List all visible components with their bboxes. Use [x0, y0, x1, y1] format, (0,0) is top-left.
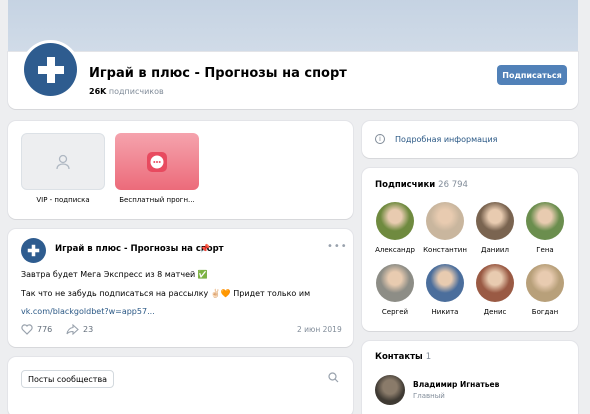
subscriber-avatar[interactable]: [526, 202, 564, 240]
subscriber-item[interactable]: Денис: [472, 264, 518, 316]
service-vip-tile[interactable]: [21, 133, 105, 190]
service-vip-label[interactable]: VIP - подписка: [21, 196, 105, 204]
more-options-icon[interactable]: •••: [327, 241, 348, 252]
subscriber-name[interactable]: Никита: [422, 308, 468, 316]
subscriber-item[interactable]: Гена: [522, 202, 568, 254]
post-link[interactable]: vk.com/blackgoldbet?w=app57...: [21, 307, 155, 316]
subscriber-item[interactable]: Никита: [422, 264, 468, 316]
service-free-tile[interactable]: [115, 133, 199, 190]
group-avatar[interactable]: [21, 40, 80, 99]
subscriber-item[interactable]: Даниил: [472, 202, 518, 254]
post-author-name[interactable]: Играй в плюс - Прогнозы на спорт: [55, 244, 224, 254]
subscriber-avatar[interactable]: [376, 202, 414, 240]
chat-bubble-icon: [147, 151, 167, 172]
subscriber-item[interactable]: Константин: [422, 202, 468, 254]
subscribe-button[interactable]: Подписаться: [497, 65, 567, 85]
subscriber-name[interactable]: Сергей: [372, 308, 418, 316]
like-count: 776: [37, 325, 53, 334]
pin-icon: 📌: [200, 244, 210, 253]
post-author-avatar[interactable]: [21, 238, 46, 263]
subscribers-suffix: подписчиков: [108, 87, 164, 96]
info-icon: i: [375, 134, 385, 144]
subscriber-name[interactable]: Денис: [472, 308, 518, 316]
contacts-title[interactable]: Контакты 1: [375, 352, 431, 362]
subscriber-avatar[interactable]: [426, 202, 464, 240]
subscriber-avatar[interactable]: [476, 202, 514, 240]
group-subscribers: 26K подписчиков: [89, 87, 164, 96]
subscriber-name[interactable]: Даниил: [472, 246, 518, 254]
tab-community-posts[interactable]: Посты сообщества: [21, 370, 115, 388]
subscriber-avatar[interactable]: [526, 264, 564, 302]
post-text-line: Завтра будет Мега Экспресс из 8 матчей ✅: [21, 270, 208, 279]
subscribers-title[interactable]: Подписчики 26 794: [375, 180, 468, 190]
plus-cross-icon: [37, 56, 64, 83]
subscriber-avatar[interactable]: [476, 264, 514, 302]
contacts-title-label: Контакты: [375, 352, 423, 362]
share-count: 23: [83, 325, 94, 334]
subscriber-name[interactable]: Богдан: [522, 308, 568, 316]
subscribers-count: 26K: [89, 87, 107, 96]
subscriber-avatar[interactable]: [426, 264, 464, 302]
subscriber-name[interactable]: Гена: [522, 246, 568, 254]
post-text-line: Так что не забудь подписаться на рассылк…: [21, 289, 311, 298]
contact-name[interactable]: Владимир Игнатьев: [413, 380, 499, 389]
contact-avatar[interactable]: [375, 375, 405, 405]
share-arrow-icon: [66, 324, 79, 335]
subscriber-item[interactable]: Сергей: [372, 264, 418, 316]
contacts-count: 1: [425, 352, 432, 362]
search-icon[interactable]: [328, 372, 339, 383]
like-button[interactable]: 776: [21, 324, 52, 335]
post-date[interactable]: 2 июн 2019: [297, 325, 342, 334]
subscriber-item[interactable]: Александр: [372, 202, 418, 254]
contact-role: Главный: [413, 392, 445, 400]
subscriber-name[interactable]: Константин: [422, 246, 468, 254]
subscriber-item[interactable]: Богдан: [522, 264, 568, 316]
user-icon: [56, 154, 70, 169]
subscribers-total: 26 794: [438, 180, 468, 190]
share-button[interactable]: 23: [66, 324, 93, 335]
subscribers-title-label: Подписчики: [375, 180, 436, 190]
heart-icon: [21, 324, 33, 335]
plus-cross-icon: [27, 244, 40, 257]
subscriber-name[interactable]: Александр: [372, 246, 418, 254]
detailed-info-link[interactable]: Подробная информация: [395, 135, 497, 144]
subscriber-avatar[interactable]: [376, 264, 414, 302]
group-title: Играй в плюс - Прогнозы на спорт: [89, 66, 347, 81]
service-free-label[interactable]: Бесплатный прогн...: [115, 196, 199, 204]
